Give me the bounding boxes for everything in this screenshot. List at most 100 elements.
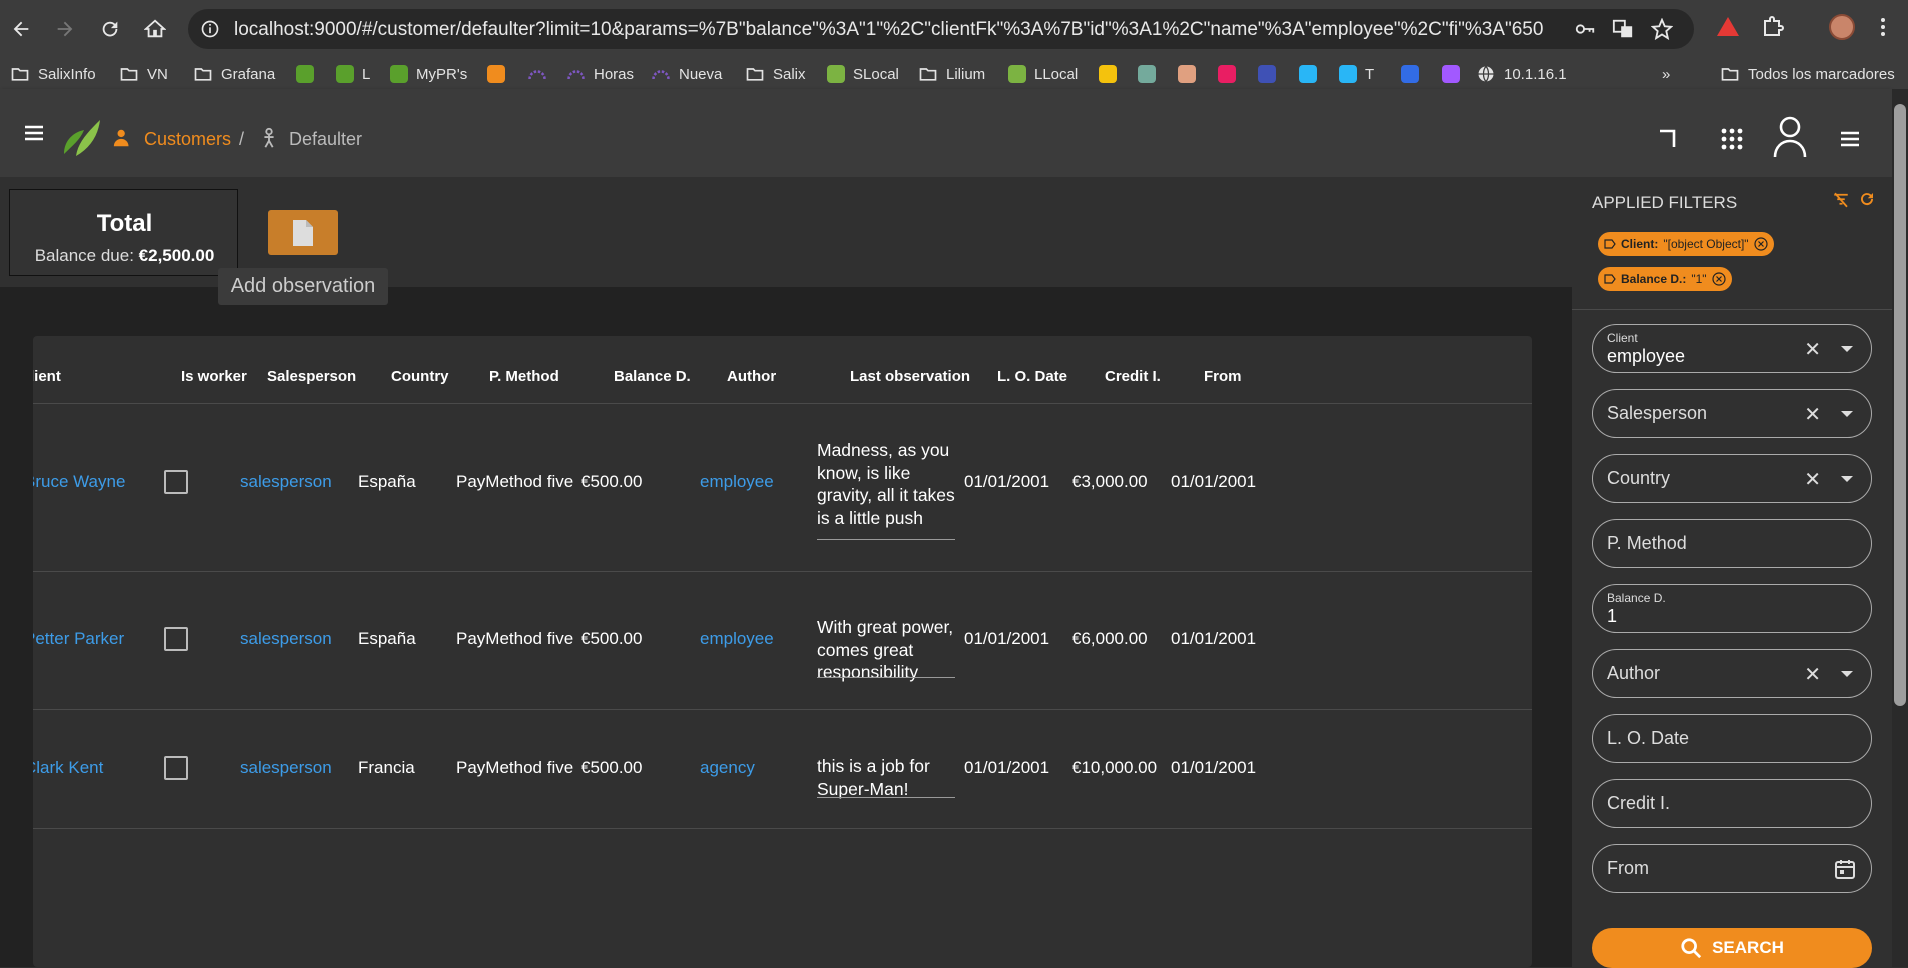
url-text[interactable]: localhost:9000/#/customer/defaulter?limi… [234, 19, 1544, 41]
pay-method-field[interactable]: P. Method [1592, 519, 1872, 568]
clear-icon[interactable]: ✕ [1804, 467, 1821, 492]
clear-icon[interactable]: ✕ [1804, 337, 1821, 362]
lo-date-field[interactable]: L. O. Date [1592, 714, 1872, 763]
menu-icon[interactable] [22, 121, 46, 150]
extensions-puzzle-icon[interactable] [1758, 12, 1788, 42]
bookmarks-overflow-icon[interactable]: » [1662, 63, 1670, 85]
bookmark-item[interactable] [1099, 63, 1125, 85]
author-link[interactable]: employee [700, 472, 774, 492]
column-header[interactable]: lient [33, 368, 61, 385]
bookmark-item[interactable]: SalixInfo [10, 63, 96, 85]
last-observation-cell[interactable]: Madness, as you know, is like gravity, a… [817, 439, 955, 529]
column-header[interactable]: P. Method [489, 368, 559, 385]
dropdown-arrow-icon[interactable] [1841, 346, 1853, 352]
bookmark-item[interactable]: Nueva [651, 63, 722, 85]
bookmark-item[interactable]: SLocal [827, 63, 899, 85]
is-worker-checkbox[interactable] [164, 470, 188, 494]
client-link[interactable]: Bruce Wayne [33, 472, 125, 492]
bookmark-item[interactable]: Salix [745, 63, 806, 85]
bookmark-item[interactable] [1299, 63, 1325, 85]
bookmark-item[interactable]: Grafana [193, 63, 275, 85]
bookmark-item[interactable] [487, 63, 513, 85]
add-observation-button[interactable] [268, 210, 338, 255]
column-header[interactable]: Balance D. [614, 368, 691, 385]
site-info-icon[interactable] [200, 19, 220, 39]
translate-icon[interactable] [1612, 18, 1634, 40]
dropdown-arrow-icon[interactable] [1841, 411, 1853, 417]
scrollbar-thumb[interactable] [1894, 104, 1906, 706]
bookmark-item[interactable]: VN [119, 63, 168, 85]
author-field[interactable]: Author ✕ [1592, 649, 1872, 698]
browser-menu-icon[interactable] [1868, 12, 1898, 42]
salesperson-field[interactable]: Salesperson ✕ [1592, 389, 1872, 438]
search-button[interactable]: SEARCH [1592, 928, 1872, 968]
filter-chip-balance[interactable]: Balance D.: "1" [1598, 267, 1732, 291]
remove-chip-icon[interactable] [1711, 272, 1726, 286]
column-header[interactable]: From [1204, 368, 1242, 385]
bookmark-item[interactable]: Lilium [918, 63, 985, 85]
author-link[interactable]: employee [700, 629, 774, 649]
column-header[interactable]: L. O. Date [997, 368, 1067, 385]
address-bar[interactable]: localhost:9000/#/customer/defaulter?limi… [188, 9, 1694, 49]
bookmark-star-icon[interactable] [1651, 18, 1673, 40]
all-bookmarks-folder[interactable]: Todos los marcadores [1720, 63, 1895, 85]
column-header[interactable]: Credit I. [1105, 368, 1161, 385]
bookmark-item[interactable] [1138, 63, 1164, 85]
dropdown-arrow-icon[interactable] [1841, 476, 1853, 482]
from-date-field[interactable]: From [1592, 844, 1872, 893]
remove-chip-icon[interactable] [1753, 237, 1768, 251]
author-link[interactable]: agency [700, 758, 755, 778]
salix-logo[interactable] [60, 116, 102, 163]
bookmark-item[interactable] [527, 63, 555, 85]
right-menu-icon[interactable] [1838, 127, 1862, 156]
forward-icon[interactable] [46, 10, 84, 48]
salesperson-link[interactable]: salesperson [240, 472, 332, 492]
apps-grid-icon[interactable] [1720, 127, 1744, 156]
refresh-icon[interactable] [1858, 190, 1876, 213]
bookmark-item[interactable]: LLocal [1008, 63, 1078, 85]
last-observation-cell[interactable]: With great power, comes great responsibi… [817, 616, 955, 684]
breadcrumb-customers[interactable]: Customers [144, 129, 231, 150]
bookmark-item[interactable]: MyPR's [390, 63, 467, 85]
country-field[interactable]: Country ✕ [1592, 454, 1872, 503]
bookmark-item[interactable]: 10.1.16.1 [1476, 63, 1567, 85]
bookmark-item[interactable] [1442, 63, 1468, 85]
user-account-icon[interactable] [1772, 115, 1808, 164]
dropdown-arrow-icon[interactable] [1841, 671, 1853, 677]
column-header[interactable]: Country [391, 368, 449, 385]
credit-field[interactable]: Credit I. [1592, 779, 1872, 828]
client-link[interactable]: Petter Parker [33, 629, 124, 649]
bookmark-item[interactable]: L [336, 63, 370, 85]
last-observation-cell[interactable]: this is a job for Super-Man! [817, 755, 955, 800]
column-header[interactable]: Author [727, 368, 776, 385]
profile-avatar-icon[interactable] [1827, 12, 1857, 42]
column-header[interactable]: Salesperson [267, 368, 356, 385]
balance-due-field[interactable]: Balance D. 1 [1592, 584, 1872, 633]
back-icon[interactable] [2, 10, 40, 48]
salesperson-link[interactable]: salesperson [240, 629, 332, 649]
bookmark-item[interactable] [1218, 63, 1244, 85]
column-header[interactable]: Is worker [181, 368, 247, 385]
bookmark-item[interactable]: T [1339, 63, 1374, 85]
bookmark-item[interactable] [296, 63, 322, 85]
filter-chip-client[interactable]: Client: "[object Object]" [1598, 232, 1774, 256]
calendar-icon[interactable] [1833, 857, 1857, 881]
column-header[interactable]: Last observation [850, 368, 970, 385]
bookmark-item[interactable]: Horas [566, 63, 634, 85]
is-worker-checkbox[interactable] [164, 627, 188, 651]
clear-icon[interactable]: ✕ [1804, 402, 1821, 427]
clear-filters-icon[interactable] [1832, 191, 1850, 214]
warning-extension-icon[interactable] [1713, 12, 1743, 42]
is-worker-checkbox[interactable] [164, 756, 188, 780]
shortcut-icon[interactable] [1656, 127, 1680, 156]
home-icon[interactable] [136, 10, 174, 48]
client-field[interactable]: Client employee ✕ [1592, 324, 1872, 373]
reload-icon[interactable] [91, 10, 129, 48]
clear-icon[interactable]: ✕ [1804, 662, 1821, 687]
salesperson-link[interactable]: salesperson [240, 758, 332, 778]
bookmark-item[interactable] [1258, 63, 1284, 85]
client-link[interactable]: Clark Kent [33, 758, 103, 778]
bookmark-item[interactable] [1178, 63, 1204, 85]
password-key-icon[interactable] [1574, 18, 1596, 40]
bookmark-item[interactable] [1401, 63, 1427, 85]
